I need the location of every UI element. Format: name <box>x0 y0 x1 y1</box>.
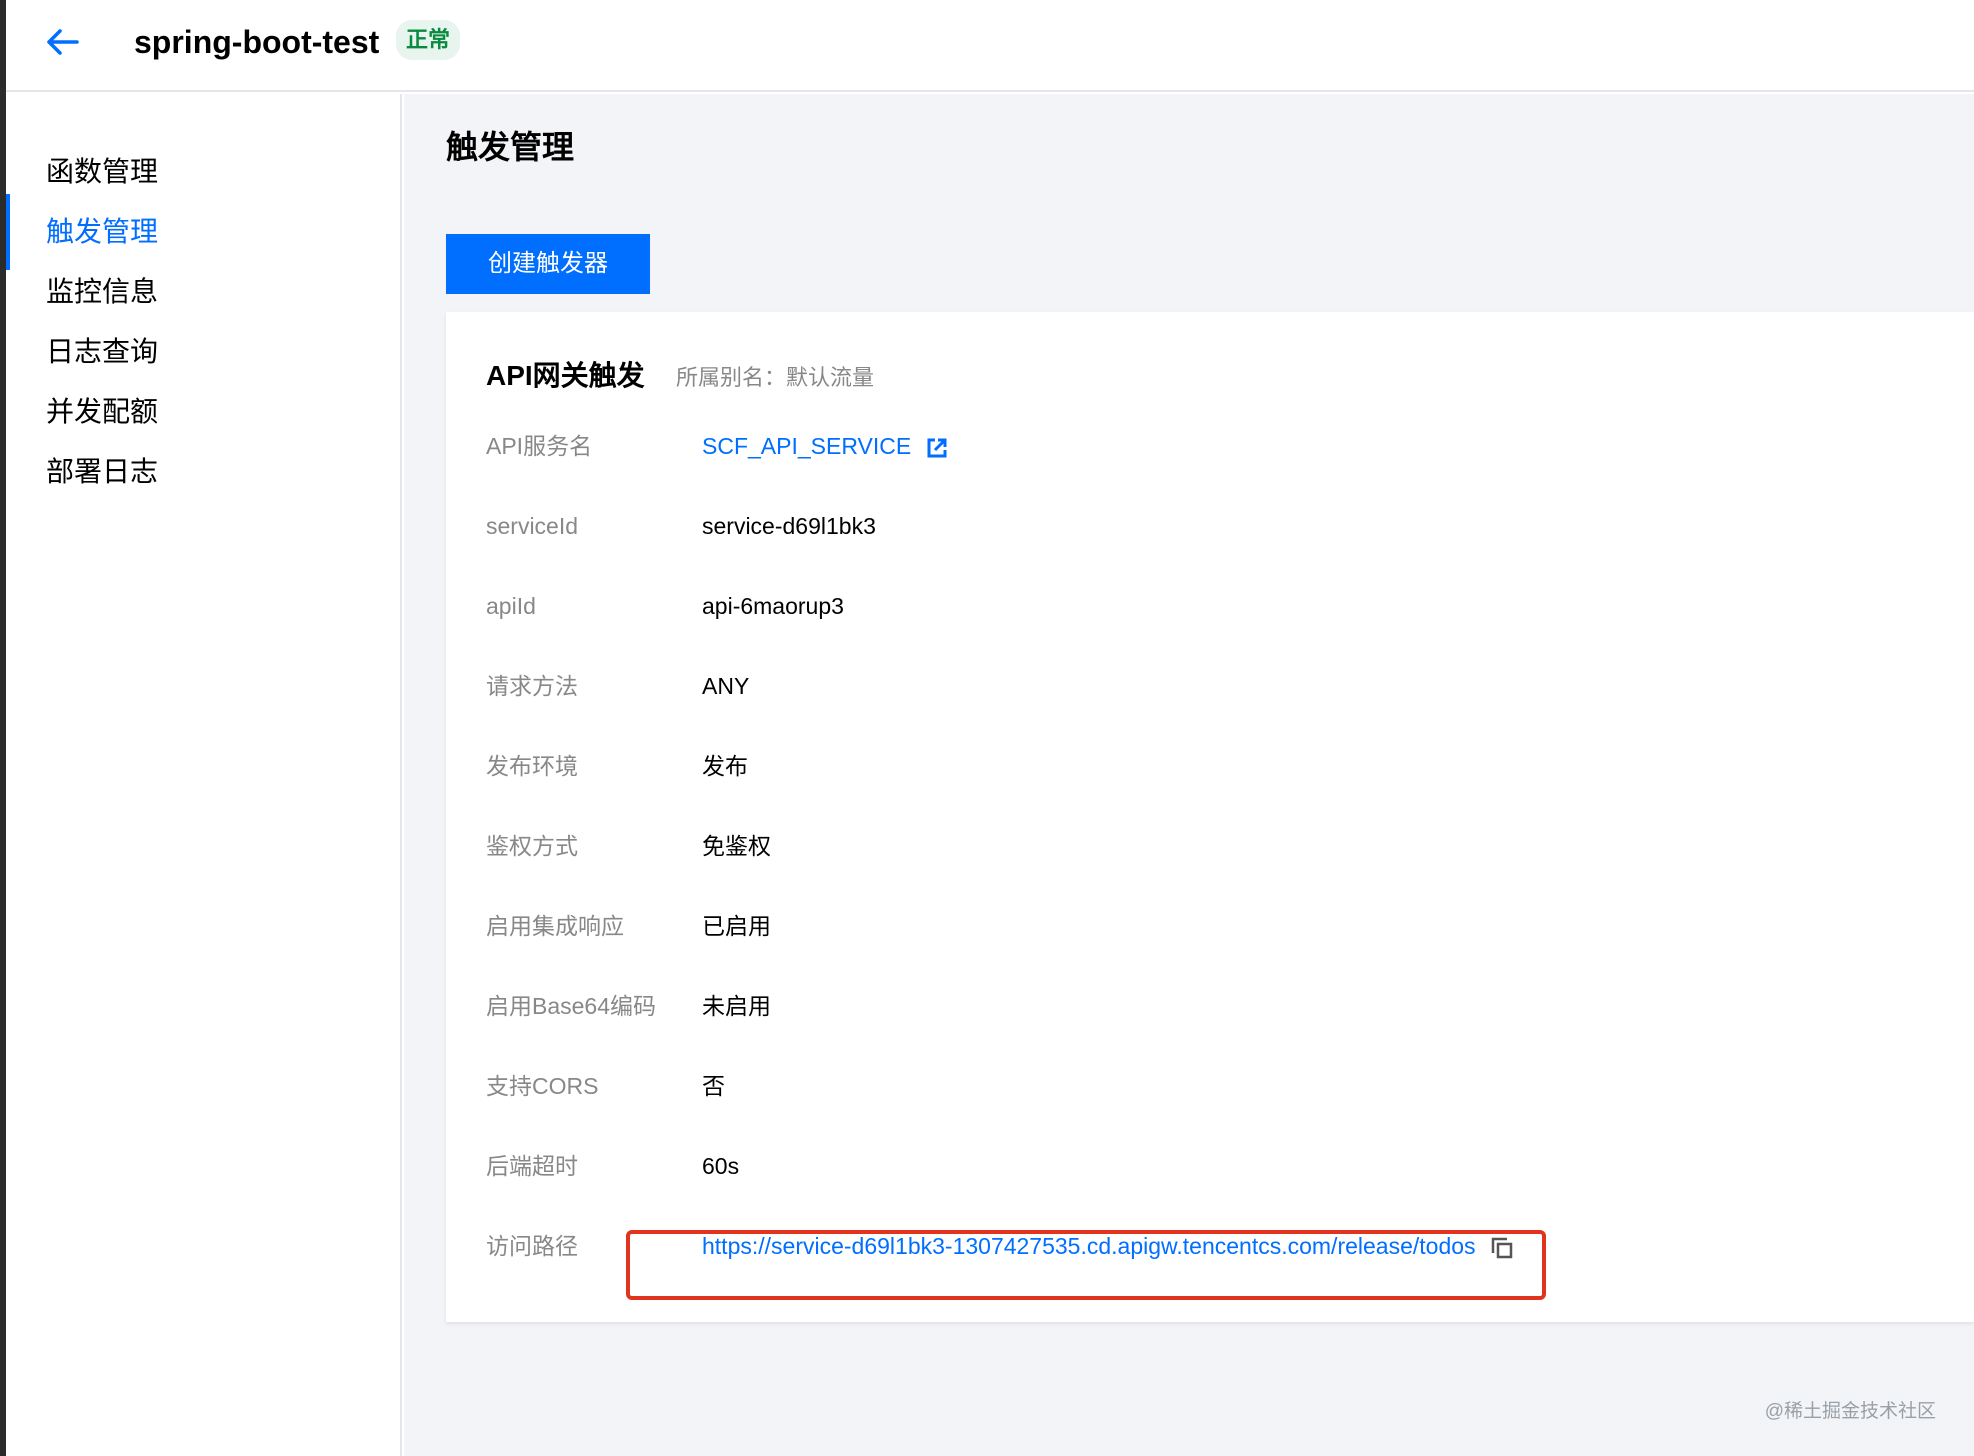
field-label: 访问路径 <box>486 1233 578 1259</box>
field-row: 启用Base64编码 未启用 <box>486 986 1946 1026</box>
field-value: 发布 <box>702 753 748 779</box>
field-label: 发布环境 <box>486 753 578 779</box>
arrow-left-icon <box>47 29 79 55</box>
field-label: 鉴权方式 <box>486 833 578 859</box>
field-value: SCF_API_SERVICE <box>702 426 948 466</box>
create-trigger-button[interactable]: 创建触发器 <box>446 234 650 294</box>
status-badge: 正常 <box>396 20 461 60</box>
field-label: 后端超时 <box>486 1153 578 1179</box>
back-button[interactable] <box>42 22 82 62</box>
watermark: @稀土掘金技术社区 <box>1764 1401 1936 1422</box>
field-label: 启用集成响应 <box>486 913 624 939</box>
field-row: API服务名 SCF_API_SERVICE <box>486 426 1946 466</box>
function-name: spring-boot-test <box>134 24 380 60</box>
trigger-type-title: API网关触发 <box>486 360 645 391</box>
field-value: 否 <box>702 1073 725 1099</box>
access-path-link[interactable]: https://service-d69l1bk3-1307427535.cd.a… <box>702 1233 1476 1259</box>
field-label: apiId <box>486 593 536 619</box>
field-row: apiId api-6maorup3 <box>486 586 1946 626</box>
field-value: ANY <box>702 673 750 699</box>
field-row: 后端超时 60s <box>486 1146 1946 1186</box>
trigger-card: API网关触发 所属别名：默认流量 API服务名 SCF_API_SERVICE… <box>446 312 1974 1322</box>
field-value: api-6maorup3 <box>702 593 844 619</box>
main-content: 触发管理 创建触发器 API网关触发 所属别名：默认流量 API服务名 SCF_… <box>404 94 1974 1456</box>
api-service-link[interactable]: SCF_API_SERVICE <box>702 433 911 459</box>
field-value: 未启用 <box>702 993 771 1019</box>
field-value: 免鉴权 <box>702 833 771 859</box>
field-value: 已启用 <box>702 913 771 939</box>
field-label: API服务名 <box>486 433 593 459</box>
field-value: service-d69l1bk3 <box>702 513 876 539</box>
field-row: serviceId service-d69l1bk3 <box>486 506 1946 546</box>
field-label: 启用Base64编码 <box>486 993 657 1019</box>
sidebar: 函数管理 触发管理 监控信息 日志查询 并发配额 部署日志 <box>6 94 402 1456</box>
header: spring-boot-test 正常 <box>6 0 1974 92</box>
field-label: 支持CORS <box>486 1073 599 1099</box>
field-label: serviceId <box>486 513 579 539</box>
alias-subtitle: 所属别名：默认流量 <box>676 365 875 390</box>
field-value: https://service-d69l1bk3-1307427535.cd.a… <box>702 1226 1514 1266</box>
field-row: 支持CORS 否 <box>486 1066 1946 1106</box>
field-row: 鉴权方式 免鉴权 <box>486 826 1946 866</box>
field-value: 60s <box>702 1153 740 1179</box>
field-row: 请求方法 ANY <box>486 666 1946 706</box>
external-link-icon[interactable] <box>926 437 948 459</box>
field-row: 发布环境 发布 <box>486 746 1946 786</box>
copy-icon[interactable] <box>1490 1236 1514 1260</box>
field-row: 访问路径 https://service-d69l1bk3-1307427535… <box>486 1226 1946 1266</box>
page-title: 触发管理 <box>446 129 575 165</box>
field-row: 启用集成响应 已启用 <box>486 906 1946 946</box>
sidebar-item-deploy-log[interactable]: 部署日志 <box>6 434 400 510</box>
field-label: 请求方法 <box>486 673 578 699</box>
